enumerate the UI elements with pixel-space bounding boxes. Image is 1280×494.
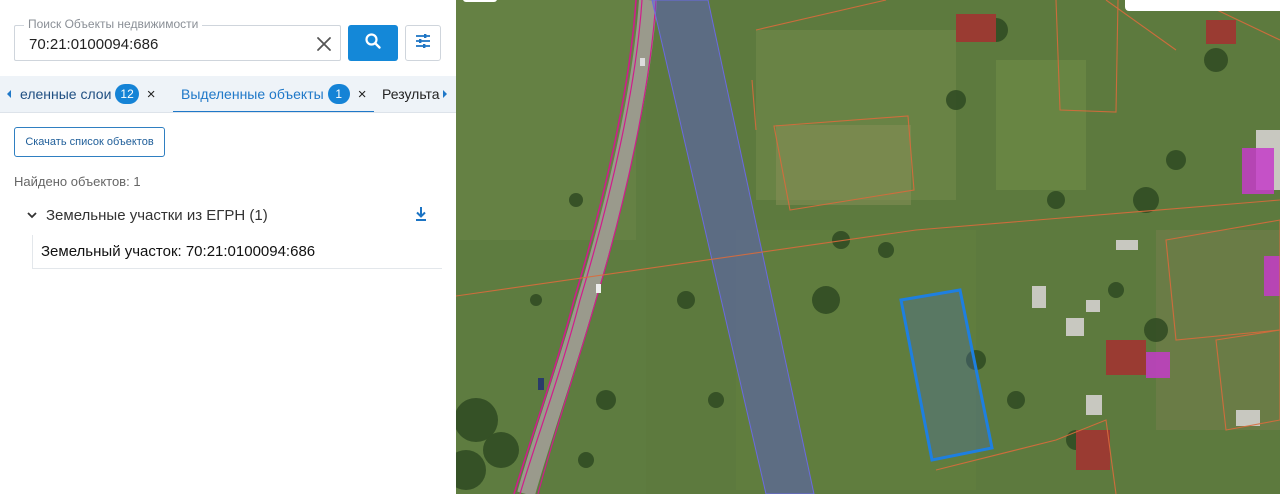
search-icon [364, 32, 382, 55]
map-control[interactable] [1125, 0, 1280, 11]
group-title: Земельные участки из ЕГРН (1) [46, 206, 268, 224]
download-icon[interactable] [412, 205, 430, 223]
satellite-map [456, 0, 1280, 494]
tab-results[interactable]: Результа [382, 76, 440, 112]
tabs-scroll-left[interactable] [2, 76, 16, 112]
tab-count-badge: 1 [327, 84, 350, 104]
close-icon[interactable] [314, 34, 334, 54]
sliders-icon [414, 32, 432, 55]
caret-left-icon [7, 90, 11, 98]
tab-selected-layers[interactable]: еленные слои 12 × [20, 76, 156, 112]
tab-strip: еленные слои 12 × Выделенные объекты 1 ×… [0, 76, 456, 113]
map-control[interactable] [463, 0, 497, 2]
search-button[interactable] [348, 25, 398, 61]
tab-count-badge: 12 [115, 84, 139, 104]
group-header-land-plots[interactable]: Земельные участки из ЕГРН (1) [26, 204, 442, 226]
tab-label: Выделенные объекты [181, 86, 324, 102]
tab-close-icon[interactable]: × [147, 87, 156, 102]
search-label: Поиск Объекты недвижимости [24, 17, 203, 31]
list-item[interactable]: Земельный участок: 70:21:0100094:686 [32, 235, 442, 269]
tab-close-icon[interactable]: × [358, 87, 367, 102]
tabs-scroll-right[interactable] [438, 76, 452, 112]
found-count: Найдено объектов: 1 [14, 174, 141, 189]
search-input[interactable] [29, 34, 309, 54]
side-panel: Поиск Объекты недвижимости ел [0, 0, 456, 494]
download-list-button[interactable]: Скачать список объектов [14, 127, 165, 157]
app-root: Поиск Объекты недвижимости ел [0, 0, 1280, 494]
tab-label: еленные слои [20, 86, 112, 102]
tab-selected-objects[interactable]: Выделенные объекты 1 × [173, 76, 375, 112]
filter-button[interactable] [405, 25, 441, 61]
chevron-down-icon [27, 212, 37, 219]
tab-label: Результа [382, 86, 440, 102]
caret-right-icon [443, 90, 447, 98]
map-view[interactable] [456, 0, 1280, 494]
